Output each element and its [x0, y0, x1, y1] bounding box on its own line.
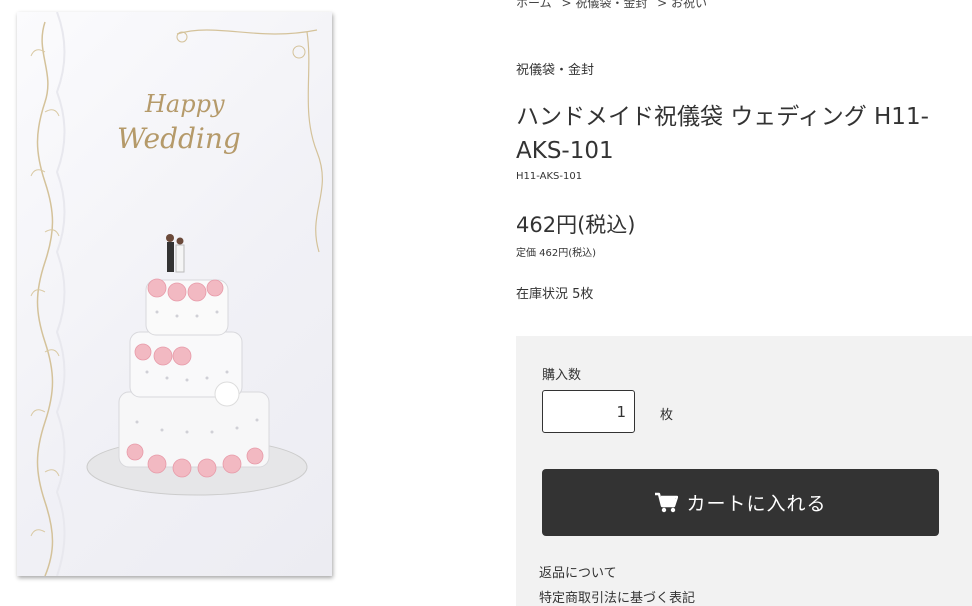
add-to-cart-label: カートに入れる: [686, 493, 827, 515]
cart-panel: 購入数 枚 カートに入れる 返品について 特定商取引法に基づく表記: [516, 336, 972, 606]
breadcrumb-category[interactable]: > 祝儀袋・金封: [561, 0, 647, 10]
quantity-input[interactable]: [542, 390, 635, 433]
quantity-unit: 枚: [660, 408, 674, 423]
image-text-wedding: Wedding: [117, 122, 241, 155]
cart-icon: [655, 492, 679, 512]
returns-link[interactable]: 返品について: [539, 562, 617, 581]
list-price: 定価 462円(税込): [516, 248, 597, 259]
product-image: Happy Wedding: [17, 12, 332, 576]
quantity-label: 購入数: [542, 368, 582, 383]
product-sku: H11-AKS-101: [516, 171, 583, 182]
legal-notice-link[interactable]: 特定商取引法に基づく表記: [539, 587, 695, 606]
product-price: 462円(税込): [516, 213, 636, 237]
breadcrumb-subcategory[interactable]: > お祝い: [657, 0, 707, 10]
product-title: ハンドメイド祝儀袋 ウェディング H11-AKS-101: [516, 104, 929, 164]
image-text-happy: Happy: [145, 90, 225, 118]
add-to-cart-button[interactable]: カートに入れる: [542, 469, 939, 536]
product-category[interactable]: 祝儀袋・金封: [516, 59, 594, 78]
stock-status: 在庫状況 5枚: [516, 287, 594, 302]
breadcrumb-home[interactable]: ホーム: [516, 0, 552, 10]
breadcrumb: ホーム > 祝儀袋・金封 > お祝い: [516, 0, 713, 11]
